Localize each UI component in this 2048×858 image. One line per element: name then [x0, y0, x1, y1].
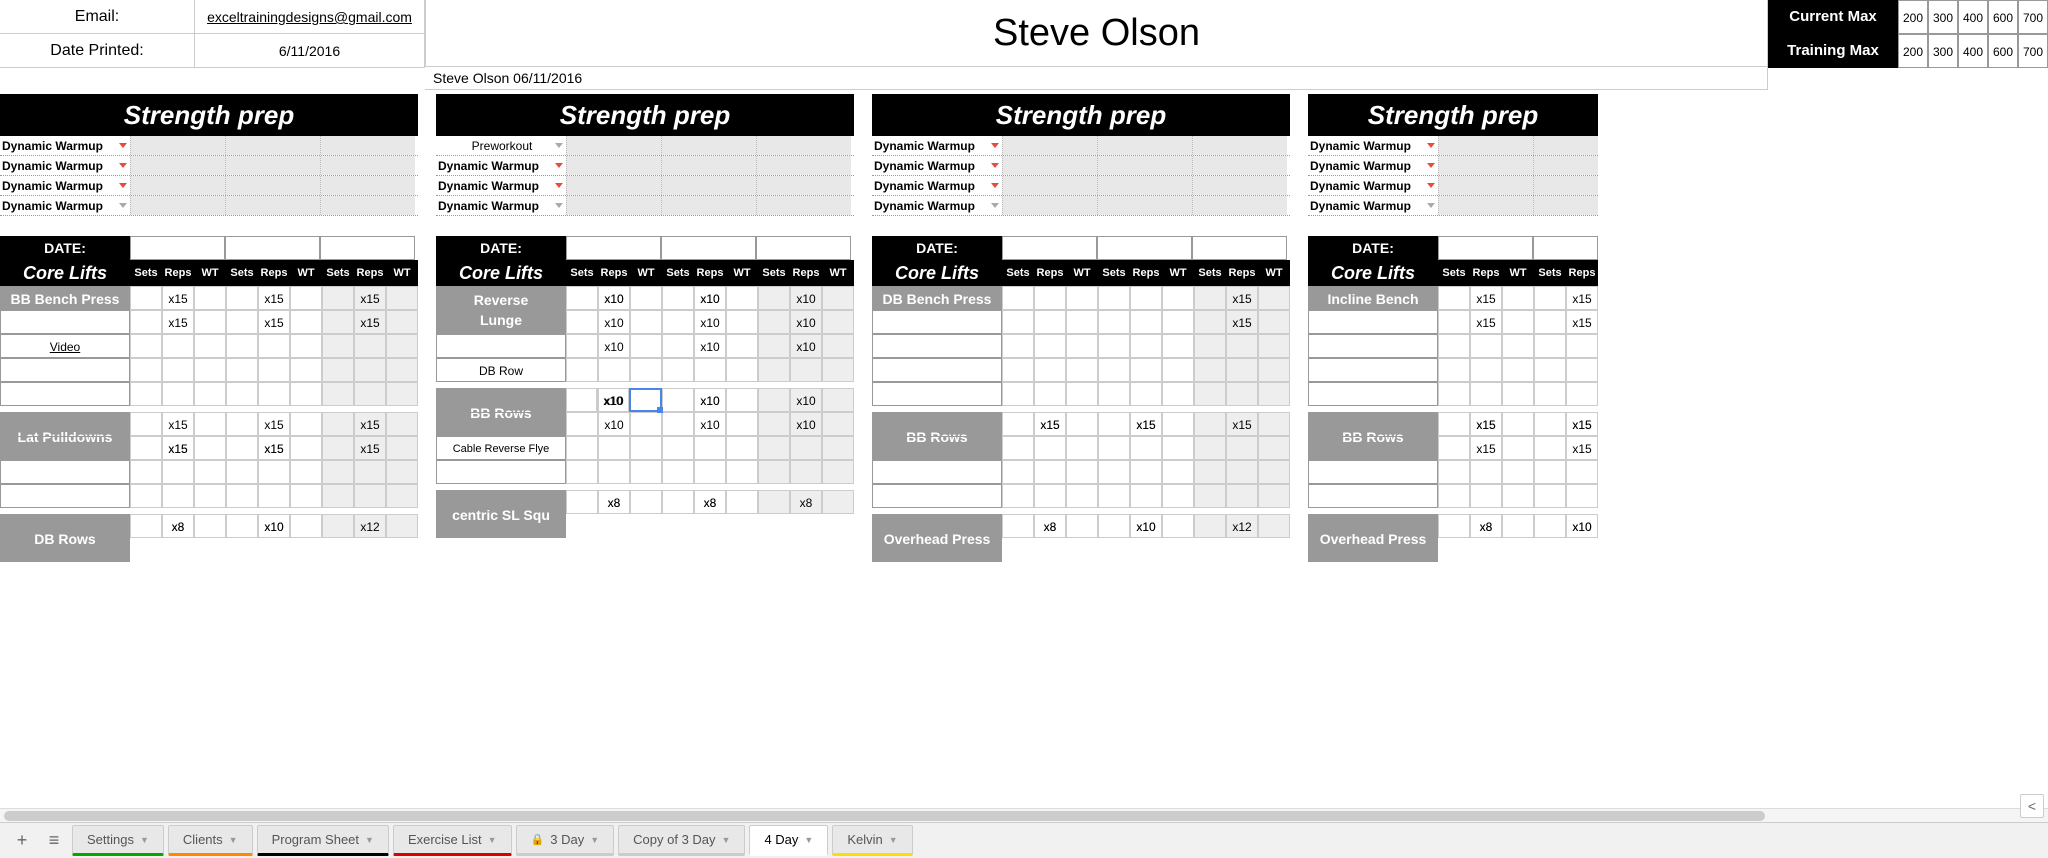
tab-3-day[interactable]: 🔒3 Day▼: [516, 825, 615, 856]
spreadsheet-area[interactable]: Email: exceltrainingdesigns@gmail.com Da…: [0, 0, 2048, 800]
sheet-tab-bar: + ≡ Settings▼ Clients▼ Program Sheet▼ Ex…: [0, 822, 2048, 858]
tab-copy-of-3-day[interactable]: Copy of 3 Day▼: [618, 825, 745, 856]
scrollbar-thumb[interactable]: [4, 811, 1765, 821]
day-column-1: Strength prep Dynamic Warmup Dynamic War…: [0, 94, 418, 538]
exercise-db-bench-press[interactable]: DB Bench Press: [872, 286, 1002, 310]
warmup-dropdown[interactable]: Dynamic Warmup: [436, 196, 566, 215]
max-cell[interactable]: 600: [1988, 0, 2018, 34]
athlete-name[interactable]: Steve Olson: [425, 0, 1768, 67]
lock-icon: 🔒: [531, 833, 545, 846]
all-sheets-button[interactable]: ≡: [40, 827, 68, 855]
day-column-2: Strength prep Preworkout Dynamic Warmup …: [436, 94, 854, 538]
max-cell[interactable]: 700: [2018, 34, 2048, 68]
max-cell[interactable]: 200: [1898, 0, 1928, 34]
max-cell[interactable]: 700: [2018, 0, 2048, 34]
max-cell[interactable]: 400: [1958, 0, 1988, 34]
current-max-label: Current Max: [1768, 0, 1898, 34]
info-block: Email: exceltrainingdesigns@gmail.com Da…: [0, 0, 425, 90]
date-printed-label: Date Printed:: [0, 34, 195, 67]
tab-exercise-list[interactable]: Exercise List▼: [393, 825, 512, 856]
exercise-cable-reverse-flye[interactable]: Cable Reverse Flye: [436, 436, 566, 460]
exercise-incline-bench[interactable]: Incline Bench: [1308, 286, 1438, 310]
warmup-dropdown[interactable]: Dynamic Warmup: [436, 156, 566, 175]
day-column-4: Strength prep Dynamic Warmup Dynamic War…: [1308, 94, 1598, 538]
strength-prep-header: Strength prep: [436, 94, 854, 136]
add-sheet-button[interactable]: +: [8, 827, 36, 855]
tab-program-sheet[interactable]: Program Sheet▼: [257, 825, 389, 856]
warmup-dropdown[interactable]: Dynamic Warmup: [0, 156, 130, 175]
warmup-dropdown[interactable]: Dynamic Warmup: [0, 176, 130, 195]
max-cell[interactable]: 300: [1928, 0, 1958, 34]
email-label: Email:: [0, 0, 195, 33]
core-lifts-header: Core Lifts: [0, 260, 130, 286]
training-max-label: Training Max: [1768, 34, 1898, 68]
chevron-down-icon: ▼: [140, 835, 149, 845]
max-cell[interactable]: 600: [1988, 34, 2018, 68]
explore-button[interactable]: <: [2020, 794, 2044, 818]
date-printed-value[interactable]: 6/11/2016: [195, 34, 425, 67]
tab-kelvin[interactable]: Kelvin▼: [832, 825, 912, 856]
date-label: DATE:: [0, 236, 130, 260]
max-block: Current Max 200 300 400 600 700 Training…: [1768, 0, 2048, 90]
day-column-3: Strength prep Dynamic Warmup Dynamic War…: [872, 94, 1290, 538]
max-cell[interactable]: 200: [1898, 34, 1928, 68]
video-link[interactable]: Video: [0, 334, 130, 358]
tab-clients[interactable]: Clients▼: [168, 825, 253, 856]
max-cell[interactable]: 300: [1928, 34, 1958, 68]
warmup-dropdown[interactable]: Preworkout: [436, 136, 566, 155]
selected-cell[interactable]: [629, 388, 662, 412]
tab-settings[interactable]: Settings▼: [72, 825, 164, 856]
tab-4-day[interactable]: 4 Day▼: [749, 825, 828, 856]
max-cell[interactable]: 400: [1958, 34, 1988, 68]
warmup-dropdown[interactable]: Dynamic Warmup: [436, 176, 566, 195]
warmup-dropdown[interactable]: Dynamic Warmup: [0, 136, 130, 155]
strength-prep-header: Strength prep: [0, 94, 418, 136]
email-value[interactable]: exceltrainingdesigns@gmail.com: [195, 0, 425, 33]
exercise-db-row[interactable]: DB Row: [436, 358, 566, 382]
exercise-bb-bench-press[interactable]: BB Bench Press: [0, 286, 130, 310]
horizontal-scrollbar[interactable]: [0, 808, 2048, 822]
athlete-subname: Steve Olson 06/11/2016: [425, 67, 1768, 90]
warmup-dropdown[interactable]: Dynamic Warmup: [0, 196, 130, 215]
